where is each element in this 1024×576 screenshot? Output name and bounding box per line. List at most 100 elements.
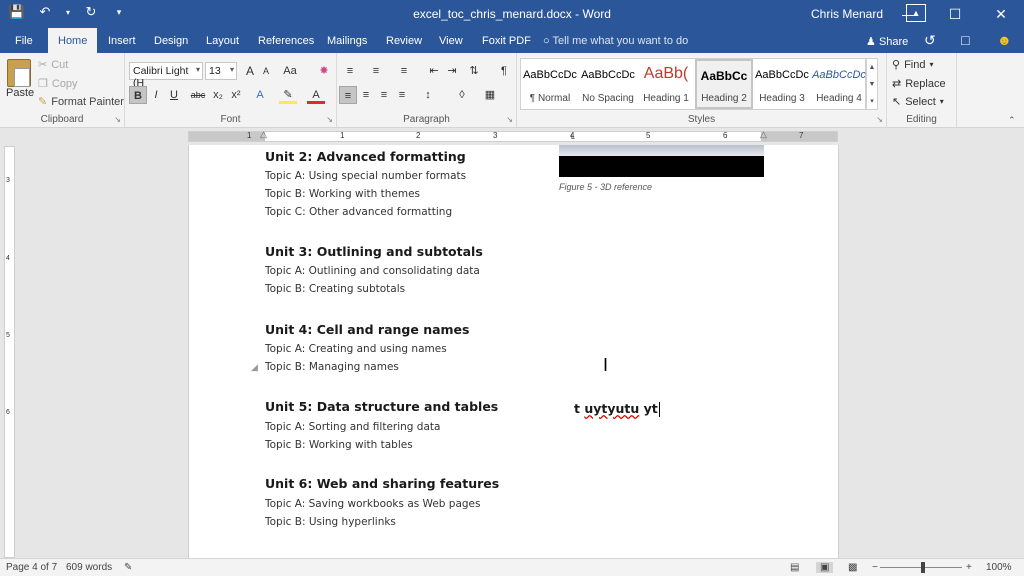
subscript-button[interactable]: x₂ [209,86,227,104]
text-effects-icon[interactable]: A [251,86,269,104]
shading-icon[interactable]: ◊ [453,86,471,104]
activity-icon[interactable]: ↺ [924,32,936,49]
copy-button[interactable]: ❐ Copy [38,77,78,91]
justify-icon[interactable]: ≡ [393,86,411,104]
collapse-ribbon-icon[interactable]: ⌃ [1008,115,1016,126]
style-heading-2[interactable]: AaBbCc Heading 2 [695,59,753,109]
style-no-spacing[interactable]: AaBbCcDc No Spacing [579,59,637,109]
smiley-icon[interactable]: ☻ [997,32,1012,48]
line-spacing-icon[interactable]: ↕ [419,86,437,104]
italic-button[interactable]: I [147,86,165,104]
font-launcher-icon[interactable]: ↘ [326,115,333,124]
indent-marker-icon[interactable]: △ [260,129,267,140]
proofing-icon[interactable]: ✎ [124,562,132,573]
print-layout-icon[interactable]: ▣ [816,562,834,573]
clipboard-launcher-icon[interactable]: ↘ [114,115,121,124]
topic-line: Topic A: Using special number formats [265,170,467,182]
scroll-up-icon[interactable]: ▲ [867,59,877,76]
ribbon-tabs: File Home Insert Design Layout Reference… [0,28,1024,53]
underline-button[interactable]: U [165,86,183,104]
cut-button[interactable]: ✂ Cut [38,58,68,72]
right-indent-marker-icon[interactable]: △ [760,129,767,140]
word-count[interactable]: 609 words [66,562,112,573]
tab-stop-icon[interactable]: └ [569,134,575,143]
tab-home[interactable]: Home [48,28,98,53]
style-heading-3-label: Heading 3 [759,93,805,104]
bullets-icon[interactable]: ≡ [341,62,359,80]
style-normal-sample: AaBbCcDc [523,69,577,81]
tab-view[interactable]: View [439,35,463,47]
scroll-down-icon[interactable]: ▼ [867,76,877,93]
superscript-button[interactable]: x² [227,86,245,104]
highlight-icon[interactable]: ✎ [279,86,297,104]
page-count[interactable]: Page 4 of 7 [6,562,57,573]
style-normal[interactable]: AaBbCcDc ¶ Normal [521,59,579,109]
tab-insert[interactable]: Insert [108,35,136,47]
read-mode-icon[interactable]: ▤ [790,562,799,573]
typed-text[interactable]: t uytyutu yt [574,401,660,417]
more-styles-icon[interactable]: ▾ [867,93,877,110]
zoom-level[interactable]: 100% [986,562,1012,573]
signed-in-user[interactable]: Chris Menard [811,7,883,21]
clear-formatting-icon[interactable]: ✸ [315,62,333,80]
cursor-icon: ↖ [892,96,902,108]
zoom-in-icon[interactable]: + [966,562,972,573]
style-heading-1[interactable]: AaBb(Heading 1 [637,59,695,109]
numbering-icon[interactable]: ≡ [367,62,385,80]
shrink-font-button[interactable]: A [257,62,275,80]
font-color-icon[interactable]: A [307,86,325,104]
comments-icon[interactable]: □ [961,32,969,48]
tab-foxit-pdf[interactable]: Foxit PDF [482,35,531,47]
style-heading-3[interactable]: AaBbCcDc Heading 3 [753,59,811,109]
paste-icon[interactable] [7,59,31,87]
tell-me-box[interactable]: ○ Tell me what you want to do [543,35,688,47]
paste-button[interactable]: Paste [6,87,34,99]
show-marks-button[interactable]: ¶ [495,62,513,80]
share-button[interactable]: ♟ Share [866,35,908,48]
vruler-number: 4 [6,255,10,262]
sort-icon[interactable]: ⇅ [465,62,483,80]
bold-button[interactable]: B [129,86,147,104]
tab-review[interactable]: Review [386,35,422,47]
paragraph-launcher-icon[interactable]: ↘ [506,115,513,124]
select-button[interactable]: ↖ Select ▾ [892,95,944,109]
find-button[interactable]: ⚲ Find ▾ [892,58,933,72]
replace-button[interactable]: ⇄ Replace [892,77,946,91]
misspelled-word[interactable]: uytyutu [584,401,639,416]
format-painter-button[interactable]: ✎ Format Painter [38,95,124,109]
change-case-button[interactable]: Aa [281,62,299,80]
web-layout-icon[interactable]: ▩ [848,562,857,573]
font-size-combo[interactable]: 13 ▾ [205,62,237,80]
title-bar: 💾 ↶ ▾ ↻ ▾ excel_toc_chris_menard.docx - … [0,0,1024,28]
style-heading-4[interactable]: AaBbCcDc Heading 4 [811,59,867,109]
multilevel-list-icon[interactable]: ≡ [395,62,413,80]
document-page[interactable]: Unit 2: Advanced formatting Topic A: Usi… [188,145,839,558]
horizontal-ruler[interactable]: 1 1 2 3 4 5 6 7 △ └ △ [188,129,838,143]
topic-line: Topic A: Creating and using names [265,343,447,355]
align-center-icon[interactable]: ≡ [357,86,375,104]
maximize-button[interactable]: ☐ [932,0,978,28]
minimize-button[interactable]: — [886,0,932,28]
align-left-icon[interactable]: ≡ [339,86,357,104]
tab-references[interactable]: References [258,35,314,47]
strikethrough-button[interactable]: abc [189,86,207,104]
increase-indent-icon[interactable]: ⇥ [443,62,461,80]
zoom-slider-thumb[interactable] [921,562,925,573]
tab-design[interactable]: Design [154,35,188,47]
window-controls: — ☐ ✕ [886,0,1024,28]
align-right-icon[interactable]: ≡ [375,86,393,104]
borders-icon[interactable]: ▦ [481,86,499,104]
vertical-ruler[interactable]: 3 4 5 6 [4,146,15,558]
zoom-out-icon[interactable]: − [872,562,878,573]
figure-image[interactable] [559,145,764,177]
decrease-indent-icon[interactable]: ⇤ [425,62,443,80]
tab-layout[interactable]: Layout [206,35,239,47]
tab-mailings[interactable]: Mailings [327,35,367,47]
person-icon: ♟ [866,36,876,48]
tab-file[interactable]: File [15,35,33,47]
close-button[interactable]: ✕ [978,0,1024,28]
font-name-combo[interactable]: Calibri Light (H ▾ [129,62,203,89]
styles-scroll[interactable]: ▲ ▼ ▾ [866,58,878,110]
unit-heading: Unit 6: Web and sharing features [265,476,500,491]
styles-launcher-icon[interactable]: ↘ [876,115,883,124]
